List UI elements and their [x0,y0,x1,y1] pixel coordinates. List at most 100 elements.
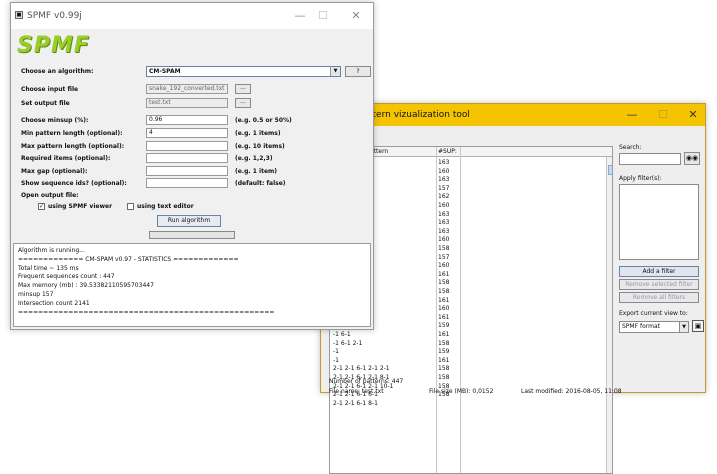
table-row[interactable]: -1 6-1 2-1 158 [330,340,460,348]
support-cell: 161 [438,313,450,321]
table-row[interactable]: 2-1 2-1 6-1 2-1 2-1 158 [330,365,460,373]
required-items-label: Required items (optional): [21,155,111,162]
binoculars-icon: ◉◉ [685,154,699,162]
browse-output-button[interactable]: ... [235,98,251,108]
support-cell: 158 [438,288,450,295]
main-titlebar[interactable]: ■ SPMF v0.99j — ☐ ✕ [11,3,373,29]
support-cell: 163 [438,227,450,235]
support-cell: 157 [438,253,450,261]
min-length-hint: (e.g. 1 items) [235,130,281,137]
java-app-icon: ■ [15,11,23,19]
chevron-down-icon[interactable]: ▼ [679,322,688,332]
minsup-input[interactable]: 0.96 [146,115,228,125]
support-cell: 163 [438,219,450,227]
support-cell: 162 [438,193,450,201]
output-file-label: Set output file [21,100,70,107]
support-cell: 158 [438,365,450,373]
filter-list[interactable] [619,184,699,260]
pattern-cell: -1 6-1 2-1 [333,339,363,347]
console-line: Algorithm is running... [18,247,85,254]
column-divider [460,147,461,473]
remove-selected-filter-button[interactable]: Remove selected filter [619,279,699,290]
required-items-input[interactable] [146,153,228,163]
support-cell: 161 [438,270,450,278]
min-length-input[interactable]: 4 [146,128,228,138]
support-cell: 161 [438,296,450,304]
help-button[interactable]: ? [345,66,371,77]
console-line: Total time ~ 135 ms [18,264,79,272]
main-window-title: SPMF v0.99j [27,11,82,21]
chevron-down-icon[interactable]: ▼ [330,67,340,76]
minsup-hint: (e.g. 0.5 or 50%) [235,117,292,124]
minimize-icon[interactable]: — [293,9,307,23]
column-header-support[interactable]: #SUP: [438,148,457,155]
algorithm-select[interactable]: CM-SPAM ▼ [146,66,341,77]
output-console[interactable]: Algorithm is running... ============= CM-… [13,243,371,327]
close-icon[interactable]: ✕ [686,108,700,122]
pattern-cell: 2-1 2-1 6-1 8-1 [333,399,378,407]
pattern-cell: -1 [333,356,339,364]
support-cell: 158 [438,245,450,252]
table-scrollbar[interactable] [606,157,612,473]
pattern-visualization-window: ttern vizualization tool — ☐ ✕ attern #S… [320,103,706,474]
table-row[interactable]: 2-1 2-1 6-1 8-1 [330,400,460,408]
max-gap-input[interactable] [146,166,228,176]
spmf-viewer-label: using SPMF viewer [48,203,113,210]
support-cell: 159 [438,322,450,330]
spmf-logo: SPMF [17,33,90,58]
support-cell: 163 [438,176,450,184]
maximize-icon[interactable]: ☐ [316,9,330,23]
max-gap-label: Max gap (optional): [21,168,88,175]
text-editor-label: using text editor [137,203,194,210]
console-line: Frequent sequences count : 447 [18,273,115,281]
search-label: Search: [619,144,642,151]
support-cell: 160 [438,305,450,313]
add-filter-button[interactable]: Add a filter [619,266,699,277]
run-algorithm-button[interactable]: Run algorithm [157,215,221,227]
output-file-field[interactable]: test.txt [146,98,228,108]
minimize-icon[interactable]: — [625,108,639,122]
support-cell: 163 [438,159,450,166]
support-cell: 157 [438,184,450,192]
show-ids-input[interactable] [146,178,228,188]
progress-bar [149,231,235,239]
pattern-cell: -1 6-1 [333,331,351,338]
text-editor-checkbox[interactable] [127,203,134,210]
maximize-icon[interactable]: ☐ [656,108,670,122]
support-cell: 158 [438,339,450,347]
support-cell: 160 [438,236,450,244]
spmf-main-window: ■ SPMF v0.99j — ☐ ✕ SPMF Choose an algor… [10,2,374,330]
remove-all-filters-button[interactable]: Remove all filters [619,292,699,303]
spmf-viewer-checkbox[interactable]: ✓ [38,203,45,210]
search-input[interactable] [619,153,681,165]
table-row[interactable]: -1 159 [330,348,460,356]
browse-input-button[interactable]: ... [235,84,251,94]
console-line: Max memory (mb) : 39.53382110595703447 [18,282,154,290]
close-icon[interactable]: ✕ [349,9,363,23]
console-line: ============= CM-SPAM v0.97 - STATISTICS… [18,255,239,263]
apply-filters-label: Apply filter(s): [619,175,662,182]
pattern-count-status: Number of patterns: 447 [329,378,404,385]
table-row[interactable]: -1 161 [330,357,460,365]
input-file-field[interactable]: snake_192_converted.txt [146,84,228,94]
max-length-input[interactable] [146,141,228,151]
file-size-status: File size (MB): 0,0152 [429,388,494,395]
required-items-hint: (e.g. 1,2,3) [235,155,273,162]
table-row[interactable]: -1 6-1 161 [330,331,460,339]
search-button[interactable]: ◉◉ [684,152,700,165]
export-format-select[interactable]: SPMF format ▼ [619,321,689,333]
support-cell: 161 [438,356,450,364]
scrollbar-thumb[interactable] [608,165,612,175]
export-format-value: SPMF format [622,323,660,330]
console-line: ========================================… [18,308,275,316]
save-button[interactable]: ▣ [692,320,704,332]
algorithm-value: CM-SPAM [149,68,181,75]
console-line: minsup 157 [18,291,54,298]
viz-titlebar[interactable]: ttern vizualization tool — ☐ ✕ [321,104,705,126]
max-gap-hint: (e.g. 1 item) [235,168,278,175]
viz-window-title: ttern vizualization tool [369,110,470,120]
algorithm-label: Choose an algorithm: [21,68,94,75]
input-file-label: Choose input file [21,86,79,93]
pattern-cell: -1 [333,348,339,356]
show-ids-hint: (default: false) [235,180,286,187]
